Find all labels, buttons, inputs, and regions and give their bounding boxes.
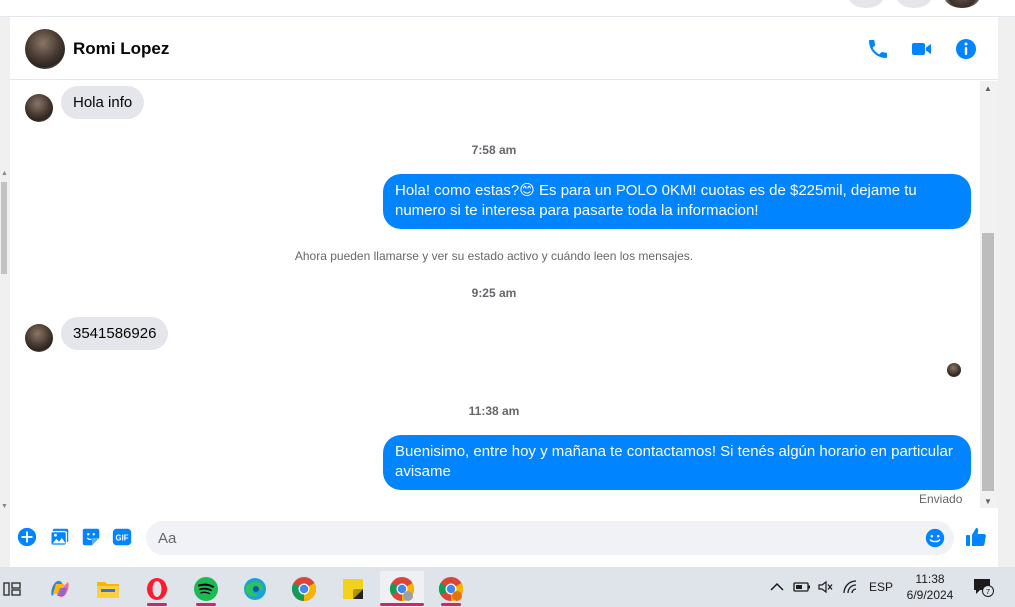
video-call-icon[interactable]	[910, 37, 934, 61]
input-language-indicator[interactable]: ESP	[869, 567, 893, 607]
outer-scrollbar-thumb[interactable]	[1, 182, 7, 274]
account-avatar[interactable]	[944, 0, 980, 8]
add-plus-icon[interactable]	[16, 526, 38, 548]
incoming-message-bubble[interactable]: Hola info	[61, 86, 145, 119]
emoji-picker-icon[interactable]	[924, 527, 946, 549]
chat-scrollbar-thumb[interactable]	[982, 233, 994, 491]
chat-scroll-up-icon[interactable]: ▲	[984, 84, 992, 93]
incoming-avatar[interactable]	[25, 324, 53, 352]
message-list: Hola info 7:58 am Hola! como estas?😊 Es …	[10, 81, 978, 513]
sticky-notes-icon[interactable]	[331, 571, 375, 607]
notification-center-icon[interactable]: 7	[972, 567, 994, 607]
wifi-icon[interactable]	[843, 567, 859, 607]
clock-time: 11:38	[915, 572, 945, 586]
seen-receipt-avatar	[947, 363, 961, 377]
sticker-icon[interactable]	[80, 526, 102, 548]
system-notice: Ahora pueden llamarse y ver su estado ac…	[294, 249, 694, 263]
chrome-browser-icon[interactable]	[282, 571, 326, 607]
scroll-up-arrow-icon[interactable]: ▲	[1, 170, 8, 177]
scroll-down-arrow-icon[interactable]: ▼	[1, 503, 8, 510]
outgoing-message-bubble[interactable]: Buenisimo, entre hoy y mañana te contact…	[383, 435, 971, 490]
outer-scrollbar[interactable]: ▲ ▼	[0, 170, 8, 510]
outgoing-message-bubble[interactable]: Hola! como estas?😊 Es para un POLO 0KM! …	[383, 174, 971, 229]
top-notifications-button[interactable]	[896, 0, 932, 8]
message-composer: GIF	[10, 513, 998, 567]
phone-call-icon[interactable]	[866, 37, 890, 61]
spotify-running-indicator	[196, 603, 216, 606]
contact-name[interactable]: Romi Lopez	[73, 39, 169, 59]
incoming-avatar[interactable]	[25, 94, 53, 122]
message-timestamp: 11:38 am	[468, 404, 520, 418]
incoming-message-bubble[interactable]: 3541586926	[61, 317, 169, 350]
volume-muted-icon[interactable]	[818, 567, 834, 607]
spotify-icon[interactable]	[184, 571, 228, 607]
opera-running-indicator	[147, 603, 167, 606]
chrome-profile-window-active[interactable]	[380, 571, 424, 607]
sent-status-label: Enviado	[919, 492, 963, 506]
chat-header: Romi Lopez	[10, 17, 998, 80]
message-input[interactable]	[146, 521, 954, 555]
copilot-icon[interactable]	[38, 571, 82, 607]
notification-count: 7	[986, 587, 990, 596]
edge-browser-icon[interactable]	[233, 571, 277, 607]
message-timestamp: 9:25 am	[471, 286, 517, 300]
top-strip	[0, 0, 1015, 17]
system-clock[interactable]: 11:38 6/9/2024	[902, 571, 958, 603]
gif-icon[interactable]: GIF	[111, 526, 133, 548]
active-window-indicator	[380, 603, 424, 606]
chat-scrollbar[interactable]: ▲ ▼	[980, 81, 998, 508]
battery-icon[interactable]	[793, 567, 811, 607]
show-hidden-icons-chevron-icon[interactable]	[770, 567, 784, 607]
chat-panel: Romi Lopez Hola info 7:58 am Hola! como …	[10, 17, 998, 567]
file-explorer-icon[interactable]	[86, 571, 130, 607]
chat-scroll-down-icon[interactable]: ▼	[984, 497, 992, 506]
top-menu-button[interactable]	[848, 0, 884, 8]
task-view-icon[interactable]	[0, 571, 34, 607]
taskbar: ESP 11:38 6/9/2024 7	[0, 567, 1015, 607]
opera-browser-icon[interactable]	[135, 571, 179, 607]
gif-label: GIF	[116, 534, 129, 543]
chrome-running-indicator	[441, 603, 461, 606]
photo-gallery-icon[interactable]	[49, 526, 71, 548]
contact-avatar[interactable]	[25, 29, 65, 69]
info-icon[interactable]	[954, 37, 978, 61]
thumbs-up-icon[interactable]	[964, 525, 988, 549]
message-timestamp: 7:58 am	[471, 143, 517, 157]
chrome-profile-window[interactable]	[429, 571, 473, 607]
clock-date: 6/9/2024	[906, 588, 954, 602]
